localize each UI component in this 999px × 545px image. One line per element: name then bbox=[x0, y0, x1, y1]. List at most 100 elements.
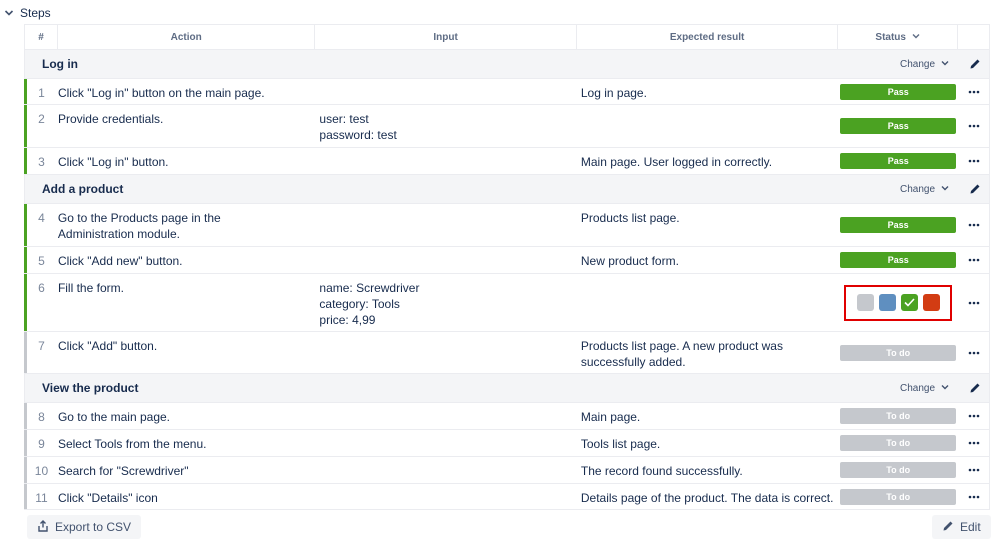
status-bar bbox=[24, 457, 27, 483]
step-expected: Products list page. A new product was su… bbox=[580, 339, 783, 369]
chevron-down-icon bbox=[912, 32, 920, 43]
step-input bbox=[315, 204, 576, 246]
column-header-number: # bbox=[25, 25, 58, 49]
pencil-icon bbox=[942, 520, 954, 535]
more-icon[interactable] bbox=[958, 457, 989, 483]
status-pill-todo[interactable]: To do bbox=[840, 408, 957, 424]
chevron-down-icon bbox=[4, 8, 14, 18]
table-row: 2 Provide credentials. user: test passwo… bbox=[24, 105, 989, 148]
table-row: 3 Click "Log in" button. Main page. User… bbox=[24, 148, 989, 175]
step-number: 6 bbox=[38, 281, 45, 295]
pencil-icon[interactable] bbox=[969, 382, 981, 394]
group-title: Log in bbox=[42, 57, 78, 71]
table-row: 1 Click "Log in" button on the main page… bbox=[24, 79, 989, 105]
pencil-icon[interactable] bbox=[969, 58, 981, 70]
status-bar bbox=[24, 105, 27, 147]
more-icon[interactable] bbox=[958, 247, 989, 273]
status-pill-pass[interactable]: Pass bbox=[840, 252, 957, 268]
group-change-dropdown[interactable]: Change bbox=[900, 59, 949, 70]
chevron-down-icon bbox=[941, 59, 949, 70]
change-label: Change bbox=[900, 183, 936, 195]
more-icon[interactable] bbox=[958, 105, 989, 147]
chevron-down-icon bbox=[941, 383, 949, 394]
table-row: 6 Fill the form. name: Screwdriver categ… bbox=[24, 274, 989, 332]
table-row: 4 Go to the Products page in the Adminis… bbox=[24, 204, 989, 247]
table-row: 8 Go to the main page. Main page. To do bbox=[24, 403, 989, 430]
column-header-input: Input bbox=[315, 25, 577, 49]
status-bar bbox=[24, 247, 27, 273]
step-action: Click "Log in" button on the main page. bbox=[57, 86, 265, 100]
step-number: 4 bbox=[38, 211, 45, 225]
more-icon[interactable] bbox=[958, 430, 989, 456]
chevron-down-icon bbox=[941, 184, 949, 195]
step-action: Click "Log in" button. bbox=[57, 155, 169, 169]
status-pill-todo[interactable]: To do bbox=[840, 462, 957, 478]
table-row: 9 Select Tools from the menu. Tools list… bbox=[24, 430, 989, 457]
step-action: Provide credentials. bbox=[57, 112, 164, 126]
more-icon[interactable] bbox=[958, 403, 989, 429]
status-pill-todo[interactable]: To do bbox=[840, 344, 957, 361]
steps-table: # Action Input Expected result Status Lo… bbox=[24, 24, 990, 510]
step-action: Click "Add" button. bbox=[57, 339, 158, 353]
step-expected: Products list page. bbox=[580, 211, 680, 225]
status-bar bbox=[24, 332, 27, 373]
export-csv-button[interactable]: Export to CSV bbox=[27, 515, 142, 539]
step-action: Search for "Screwdriver" bbox=[57, 464, 189, 478]
table-row: 7 Click "Add" button. Products list page… bbox=[24, 332, 989, 374]
change-label: Change bbox=[900, 58, 936, 70]
status-picker bbox=[844, 284, 953, 321]
step-group-add-product: Add a product Change bbox=[25, 175, 989, 204]
status-option-pass[interactable] bbox=[900, 294, 918, 311]
column-header-expected: Expected result bbox=[577, 25, 839, 49]
more-icon[interactable] bbox=[958, 332, 989, 373]
status-pill-pass[interactable]: Pass bbox=[840, 217, 957, 233]
check-icon bbox=[904, 298, 915, 307]
step-group-view-product: View the product Change bbox=[25, 374, 989, 403]
step-action: Go to the main page. bbox=[57, 410, 171, 424]
step-number: 2 bbox=[38, 112, 45, 126]
step-expected: Details page of the product. The data is… bbox=[580, 491, 834, 505]
status-option-in-progress[interactable] bbox=[878, 294, 896, 311]
more-icon[interactable] bbox=[958, 274, 989, 331]
status-pill-pass[interactable]: Pass bbox=[840, 153, 957, 169]
more-icon[interactable] bbox=[958, 148, 989, 174]
status-pill-todo[interactable]: To do bbox=[840, 488, 957, 505]
status-bar bbox=[24, 79, 27, 104]
group-title: Add a product bbox=[42, 182, 124, 196]
edit-button[interactable]: Edit bbox=[932, 515, 991, 539]
step-group-login: Log in Change bbox=[25, 50, 989, 79]
step-number: 8 bbox=[38, 410, 45, 424]
step-input bbox=[315, 457, 576, 483]
step-input bbox=[315, 79, 576, 104]
group-title: View the product bbox=[42, 381, 139, 395]
status-pill-pass[interactable]: Pass bbox=[840, 118, 957, 134]
step-number: 3 bbox=[38, 155, 45, 169]
step-expected: Main page. User logged in correctly. bbox=[580, 155, 773, 169]
status-option-todo[interactable] bbox=[856, 294, 874, 311]
group-change-dropdown[interactable]: Change bbox=[900, 383, 949, 394]
column-header-menu bbox=[958, 25, 989, 49]
step-number: 5 bbox=[38, 254, 45, 268]
step-input: user: test password: test bbox=[319, 112, 397, 142]
status-pill-todo[interactable]: To do bbox=[840, 435, 957, 451]
step-input bbox=[315, 484, 576, 509]
more-icon[interactable] bbox=[958, 204, 989, 246]
table-row: 11 Click "Details" icon Details page of … bbox=[24, 484, 989, 510]
status-pill-pass[interactable]: Pass bbox=[840, 83, 957, 100]
group-change-dropdown[interactable]: Change bbox=[900, 184, 949, 195]
status-bar bbox=[24, 204, 27, 246]
more-icon[interactable] bbox=[958, 484, 989, 509]
step-expected: Main page. bbox=[580, 410, 641, 424]
status-option-fail[interactable] bbox=[922, 294, 940, 311]
step-expected: The record found successfully. bbox=[580, 464, 743, 478]
step-expected bbox=[577, 105, 838, 147]
pencil-icon[interactable] bbox=[969, 183, 981, 195]
column-header-status[interactable]: Status bbox=[838, 25, 959, 49]
more-icon[interactable] bbox=[958, 79, 989, 104]
steps-section-toggle[interactable]: Steps bbox=[4, 4, 51, 22]
status-bar bbox=[24, 430, 27, 456]
status-bar bbox=[24, 148, 27, 174]
step-input bbox=[315, 430, 576, 456]
step-action: Select Tools from the menu. bbox=[57, 437, 207, 451]
step-expected bbox=[577, 274, 838, 331]
